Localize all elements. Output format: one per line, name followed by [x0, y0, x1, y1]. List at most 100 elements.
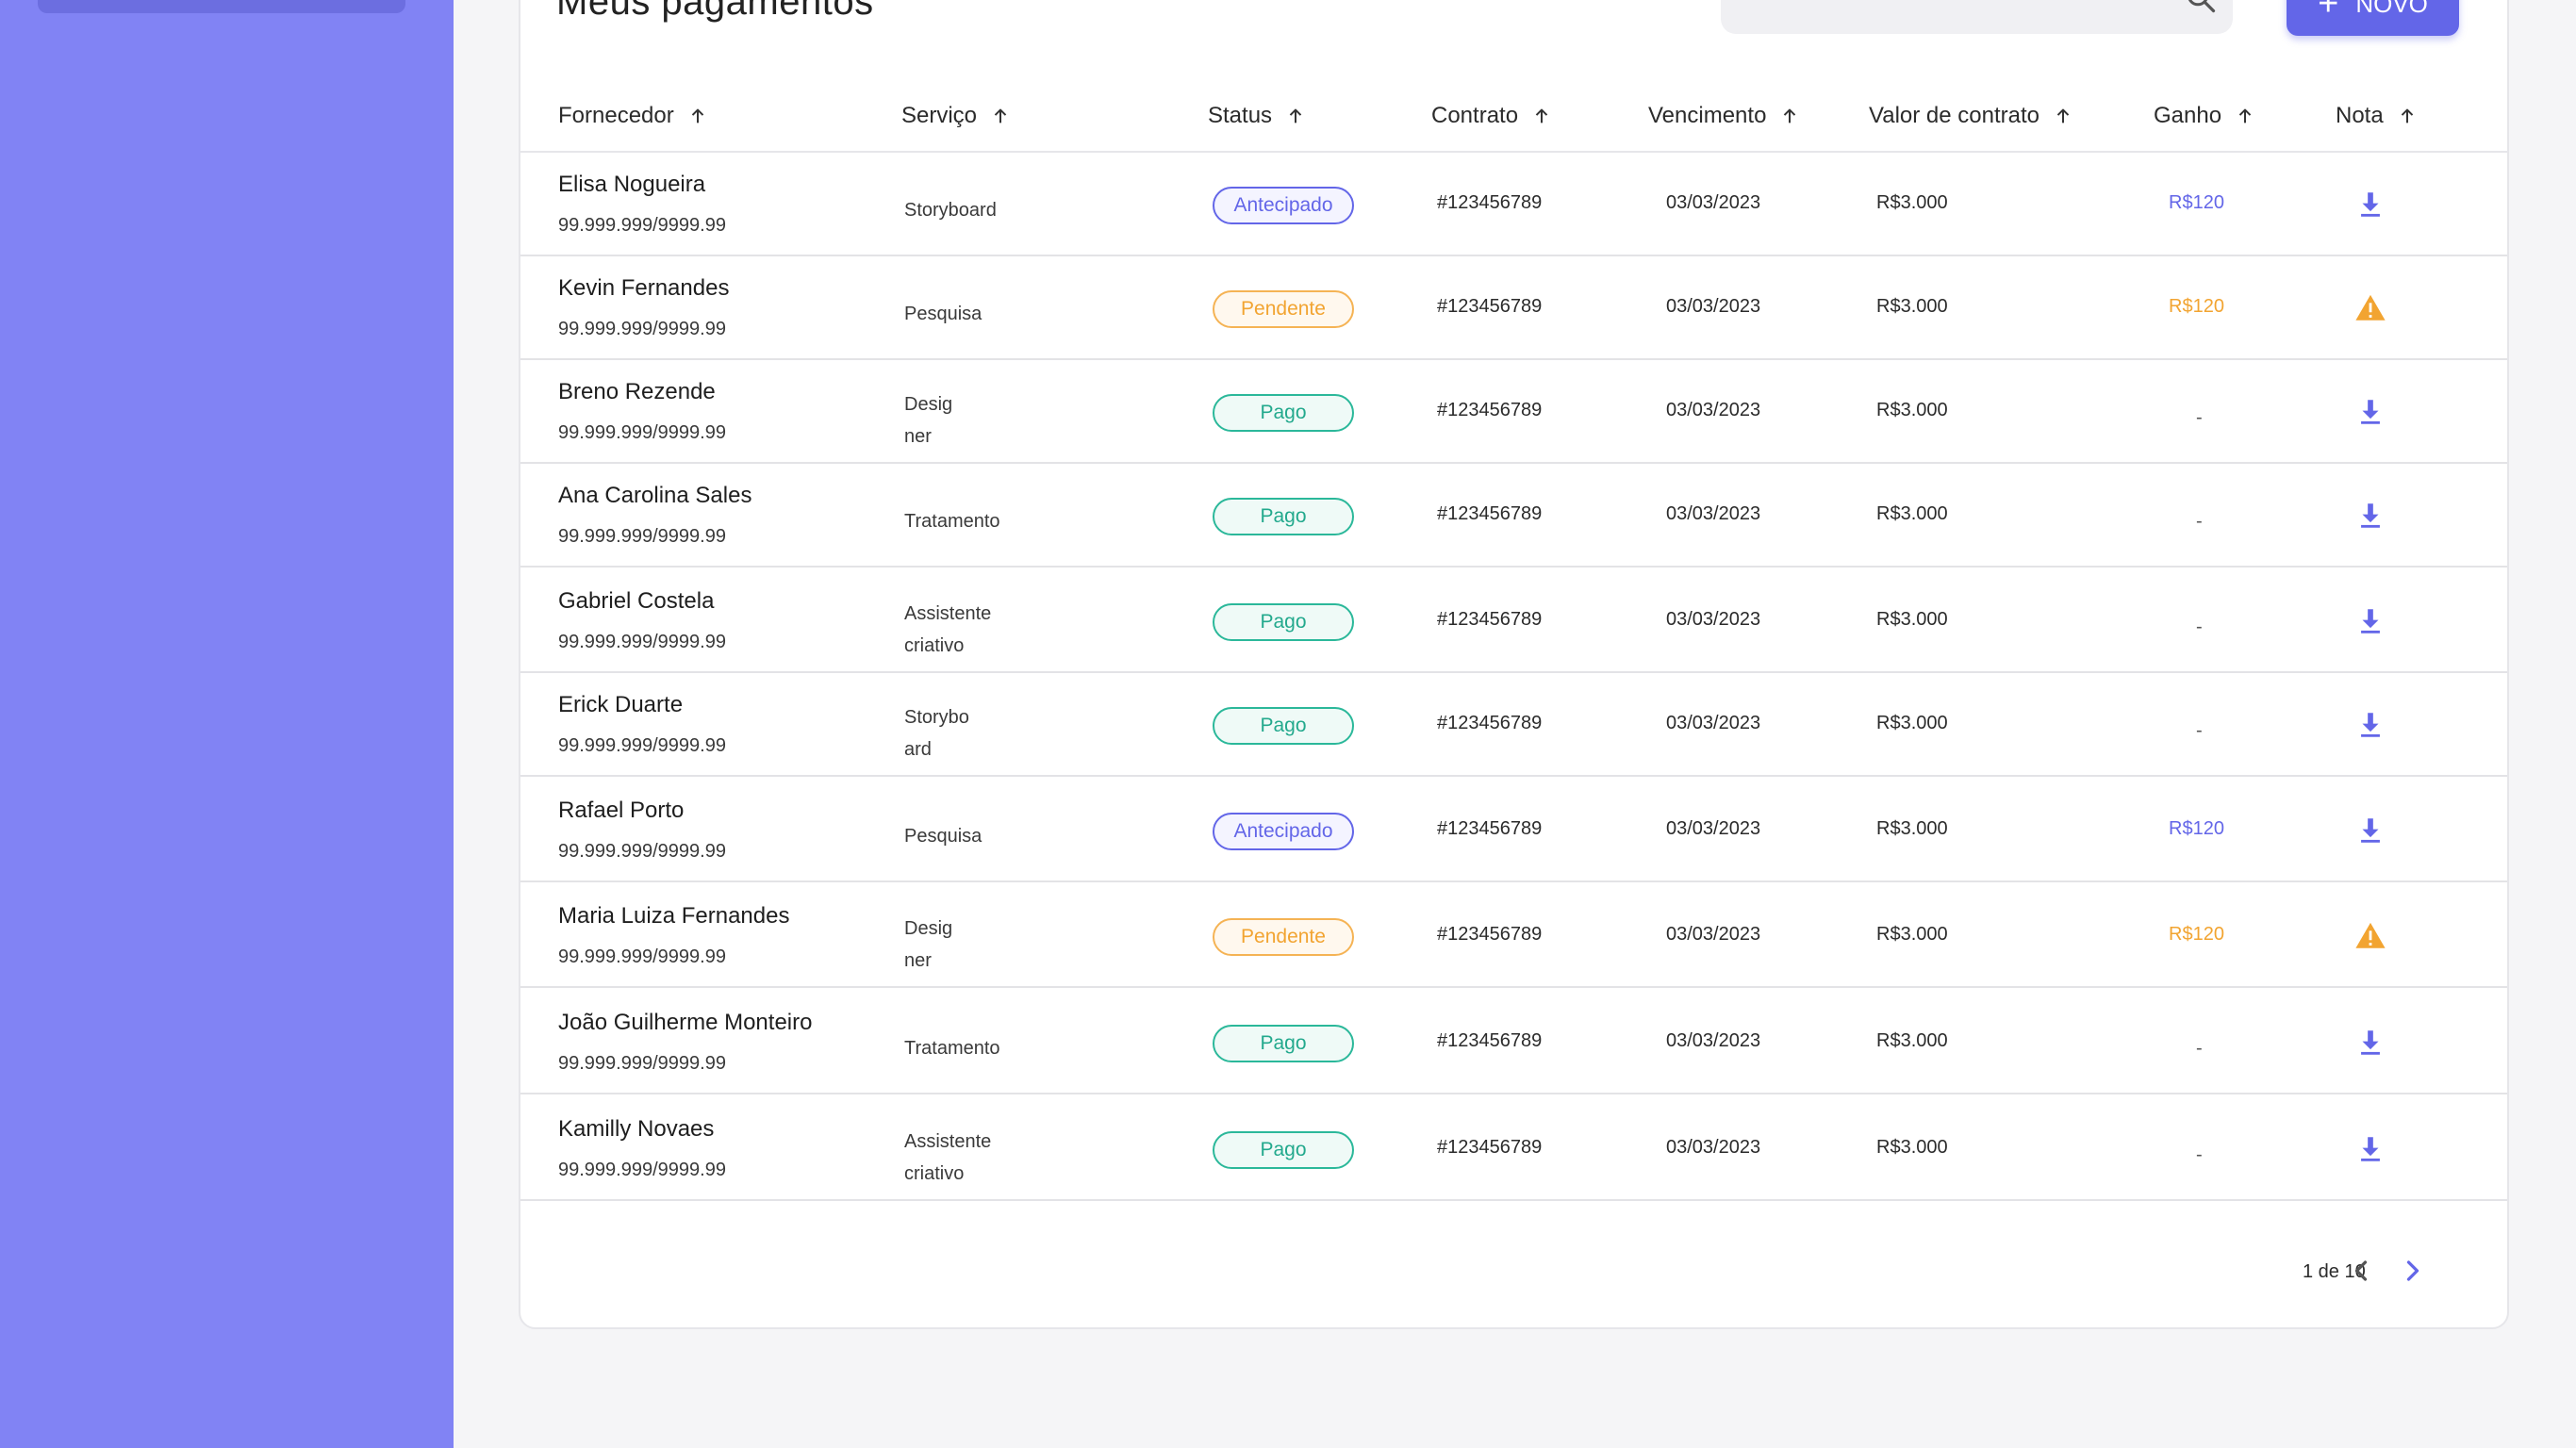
warning-icon: [2355, 294, 2386, 321]
table-header: Fornecedor Serviço Status Contrato Venciment…: [520, 87, 2507, 145]
supplier-document: 99.999.999/9999.99: [558, 215, 726, 236]
prev-page-icon[interactable]: [2344, 1254, 2378, 1288]
service-cell: Storybo ard: [904, 701, 969, 765]
gain-value: -: [2196, 511, 2203, 532]
supplier-document: 99.999.999/9999.99: [558, 1053, 726, 1074]
status-badge: Pago: [1213, 1131, 1354, 1169]
service-cell: Desig ner: [904, 388, 952, 452]
search-icon[interactable]: [2184, 0, 2218, 15]
status-badge: Pago: [1213, 498, 1354, 535]
due-date: 03/03/2023: [1666, 1030, 1761, 1051]
service-text: Storybo: [904, 707, 969, 728]
status-badge: Pago: [1213, 1025, 1354, 1062]
supplier-name: Kamilly Novaes: [558, 1116, 715, 1142]
supplier-name: Kevin Fernandes: [558, 275, 730, 301]
table-row[interactable]: Ana Carolina Sales 99.999.999/9999.99 Trat…: [520, 464, 2507, 568]
sort-arrow-up-icon[interactable]: [1779, 106, 1800, 126]
contract-value: R$3.000: [1876, 1030, 1948, 1051]
supplier-document: 99.999.999/9999.99: [558, 422, 726, 443]
column-header-status[interactable]: Status: [1208, 87, 1306, 145]
column-header-label: Serviço: [901, 103, 978, 128]
table-row[interactable]: Erick Duarte 99.999.999/9999.99 Storybo ard…: [520, 673, 2507, 777]
sort-arrow-up-icon[interactable]: [2053, 106, 2073, 126]
table-row[interactable]: João Guilherme Monteiro 99.999.999/9999.9…: [520, 991, 2507, 1094]
status-badge: Pendente: [1213, 918, 1354, 956]
service-text: criativo: [904, 1163, 965, 1184]
column-header-label: Ganho: [2154, 103, 2222, 128]
status-badge: Pago: [1213, 707, 1354, 745]
supplier-name: Breno Rezende: [558, 379, 716, 404]
sort-arrow-up-icon[interactable]: [1531, 106, 1552, 126]
column-header-servi-o[interactable]: Serviço: [901, 87, 1011, 145]
contract-number: #123456789: [1437, 924, 1543, 945]
service-text: Desig: [904, 918, 953, 939]
contract-value: R$3.000: [1876, 818, 1948, 839]
due-date: 03/03/2023: [1666, 818, 1761, 839]
download-icon[interactable]: [2354, 500, 2386, 532]
service-text: Pesquisa: [904, 826, 983, 847]
gain-value: R$120: [2169, 818, 2224, 839]
next-page-icon[interactable]: [2396, 1254, 2430, 1288]
table-row[interactable]: Maria Luiza Fernandes 99.999.999/9999.99 D…: [520, 884, 2507, 988]
download-icon[interactable]: [2354, 396, 2386, 428]
column-header-valor-de-contrato[interactable]: Valor de contrato: [1869, 87, 2073, 145]
column-header-contrato[interactable]: Contrato: [1431, 87, 1552, 145]
download-icon[interactable]: [2354, 1027, 2386, 1059]
contract-number: #123456789: [1437, 818, 1543, 839]
contract-number: #123456789: [1437, 609, 1543, 630]
column-header-vencimento[interactable]: Vencimento: [1648, 87, 1800, 145]
gain-value: -: [2196, 617, 2203, 637]
supplier-name: Maria Luiza Fernandes: [558, 903, 790, 929]
search-input[interactable]: [1721, 0, 2233, 34]
status-badge: Antecipado: [1213, 187, 1354, 224]
sidebar-item[interactable]: [38, 0, 405, 13]
status-badge: Pago: [1213, 394, 1354, 432]
due-date: 03/03/2023: [1666, 192, 1761, 213]
service-cell: Pesquisa: [904, 820, 982, 852]
sort-arrow-up-icon[interactable]: [2235, 106, 2255, 126]
due-date: 03/03/2023: [1666, 296, 1761, 317]
column-header-label: Contrato: [1431, 103, 1519, 128]
column-header-nota[interactable]: Nota: [2336, 87, 2418, 145]
supplier-name: Gabriel Costela: [558, 588, 715, 614]
sort-arrow-up-icon[interactable]: [2397, 106, 2418, 126]
supplier-document: 99.999.999/9999.99: [558, 526, 726, 547]
service-cell: Assistente criativo: [904, 598, 991, 662]
download-icon[interactable]: [2354, 605, 2386, 637]
gain-value: R$120: [2169, 296, 2224, 317]
table-row[interactable]: Kamilly Novaes 99.999.999/9999.99 Assisten…: [520, 1097, 2507, 1201]
service-cell: Tratamento: [904, 1032, 1000, 1064]
new-button[interactable]: + NOVO: [2287, 0, 2459, 36]
service-text: Pesquisa: [904, 304, 983, 324]
table-row[interactable]: Gabriel Costela 99.999.999/9999.99 Assiste…: [520, 569, 2507, 673]
service-cell: Assistente criativo: [904, 1126, 991, 1190]
table-row[interactable]: Elisa Nogueira 99.999.999/9999.99 Storyboa…: [520, 153, 2507, 256]
plus-icon: +: [2318, 0, 2339, 24]
table-row[interactable]: Kevin Fernandes 99.999.999/9999.99 Pesquis…: [520, 256, 2507, 360]
table-row[interactable]: Breno Rezende 99.999.999/9999.99 Desig ner P…: [520, 360, 2507, 464]
supplier-name: Ana Carolina Sales: [558, 483, 752, 508]
gain-value: -: [2196, 407, 2203, 428]
download-icon[interactable]: [2354, 709, 2386, 741]
contract-value: R$3.000: [1876, 400, 1948, 420]
column-header-fornecedor[interactable]: Fornecedor: [558, 87, 708, 145]
contract-value: R$3.000: [1876, 713, 1948, 733]
service-text: criativo: [904, 635, 965, 656]
service-text: ard: [904, 739, 932, 760]
gain-value: -: [2196, 1038, 2203, 1059]
download-icon[interactable]: [2354, 814, 2386, 847]
contract-number: #123456789: [1437, 503, 1543, 524]
download-icon[interactable]: [2354, 1133, 2386, 1165]
column-header-ganho[interactable]: Ganho: [2154, 87, 2255, 145]
sort-arrow-up-icon[interactable]: [687, 106, 708, 126]
table-row[interactable]: Rafael Porto 99.999.999/9999.99 Pesquisa An…: [520, 779, 2507, 882]
column-header-label: Nota: [2336, 103, 2384, 128]
column-header-label: Fornecedor: [558, 103, 674, 128]
due-date: 03/03/2023: [1666, 924, 1761, 945]
service-text: Tratamento: [904, 511, 1000, 532]
supplier-name: Rafael Porto: [558, 798, 685, 823]
sort-arrow-up-icon[interactable]: [1285, 106, 1306, 126]
download-icon[interactable]: [2354, 189, 2386, 221]
service-cell: Desig ner: [904, 913, 952, 977]
sort-arrow-up-icon[interactable]: [990, 106, 1011, 126]
